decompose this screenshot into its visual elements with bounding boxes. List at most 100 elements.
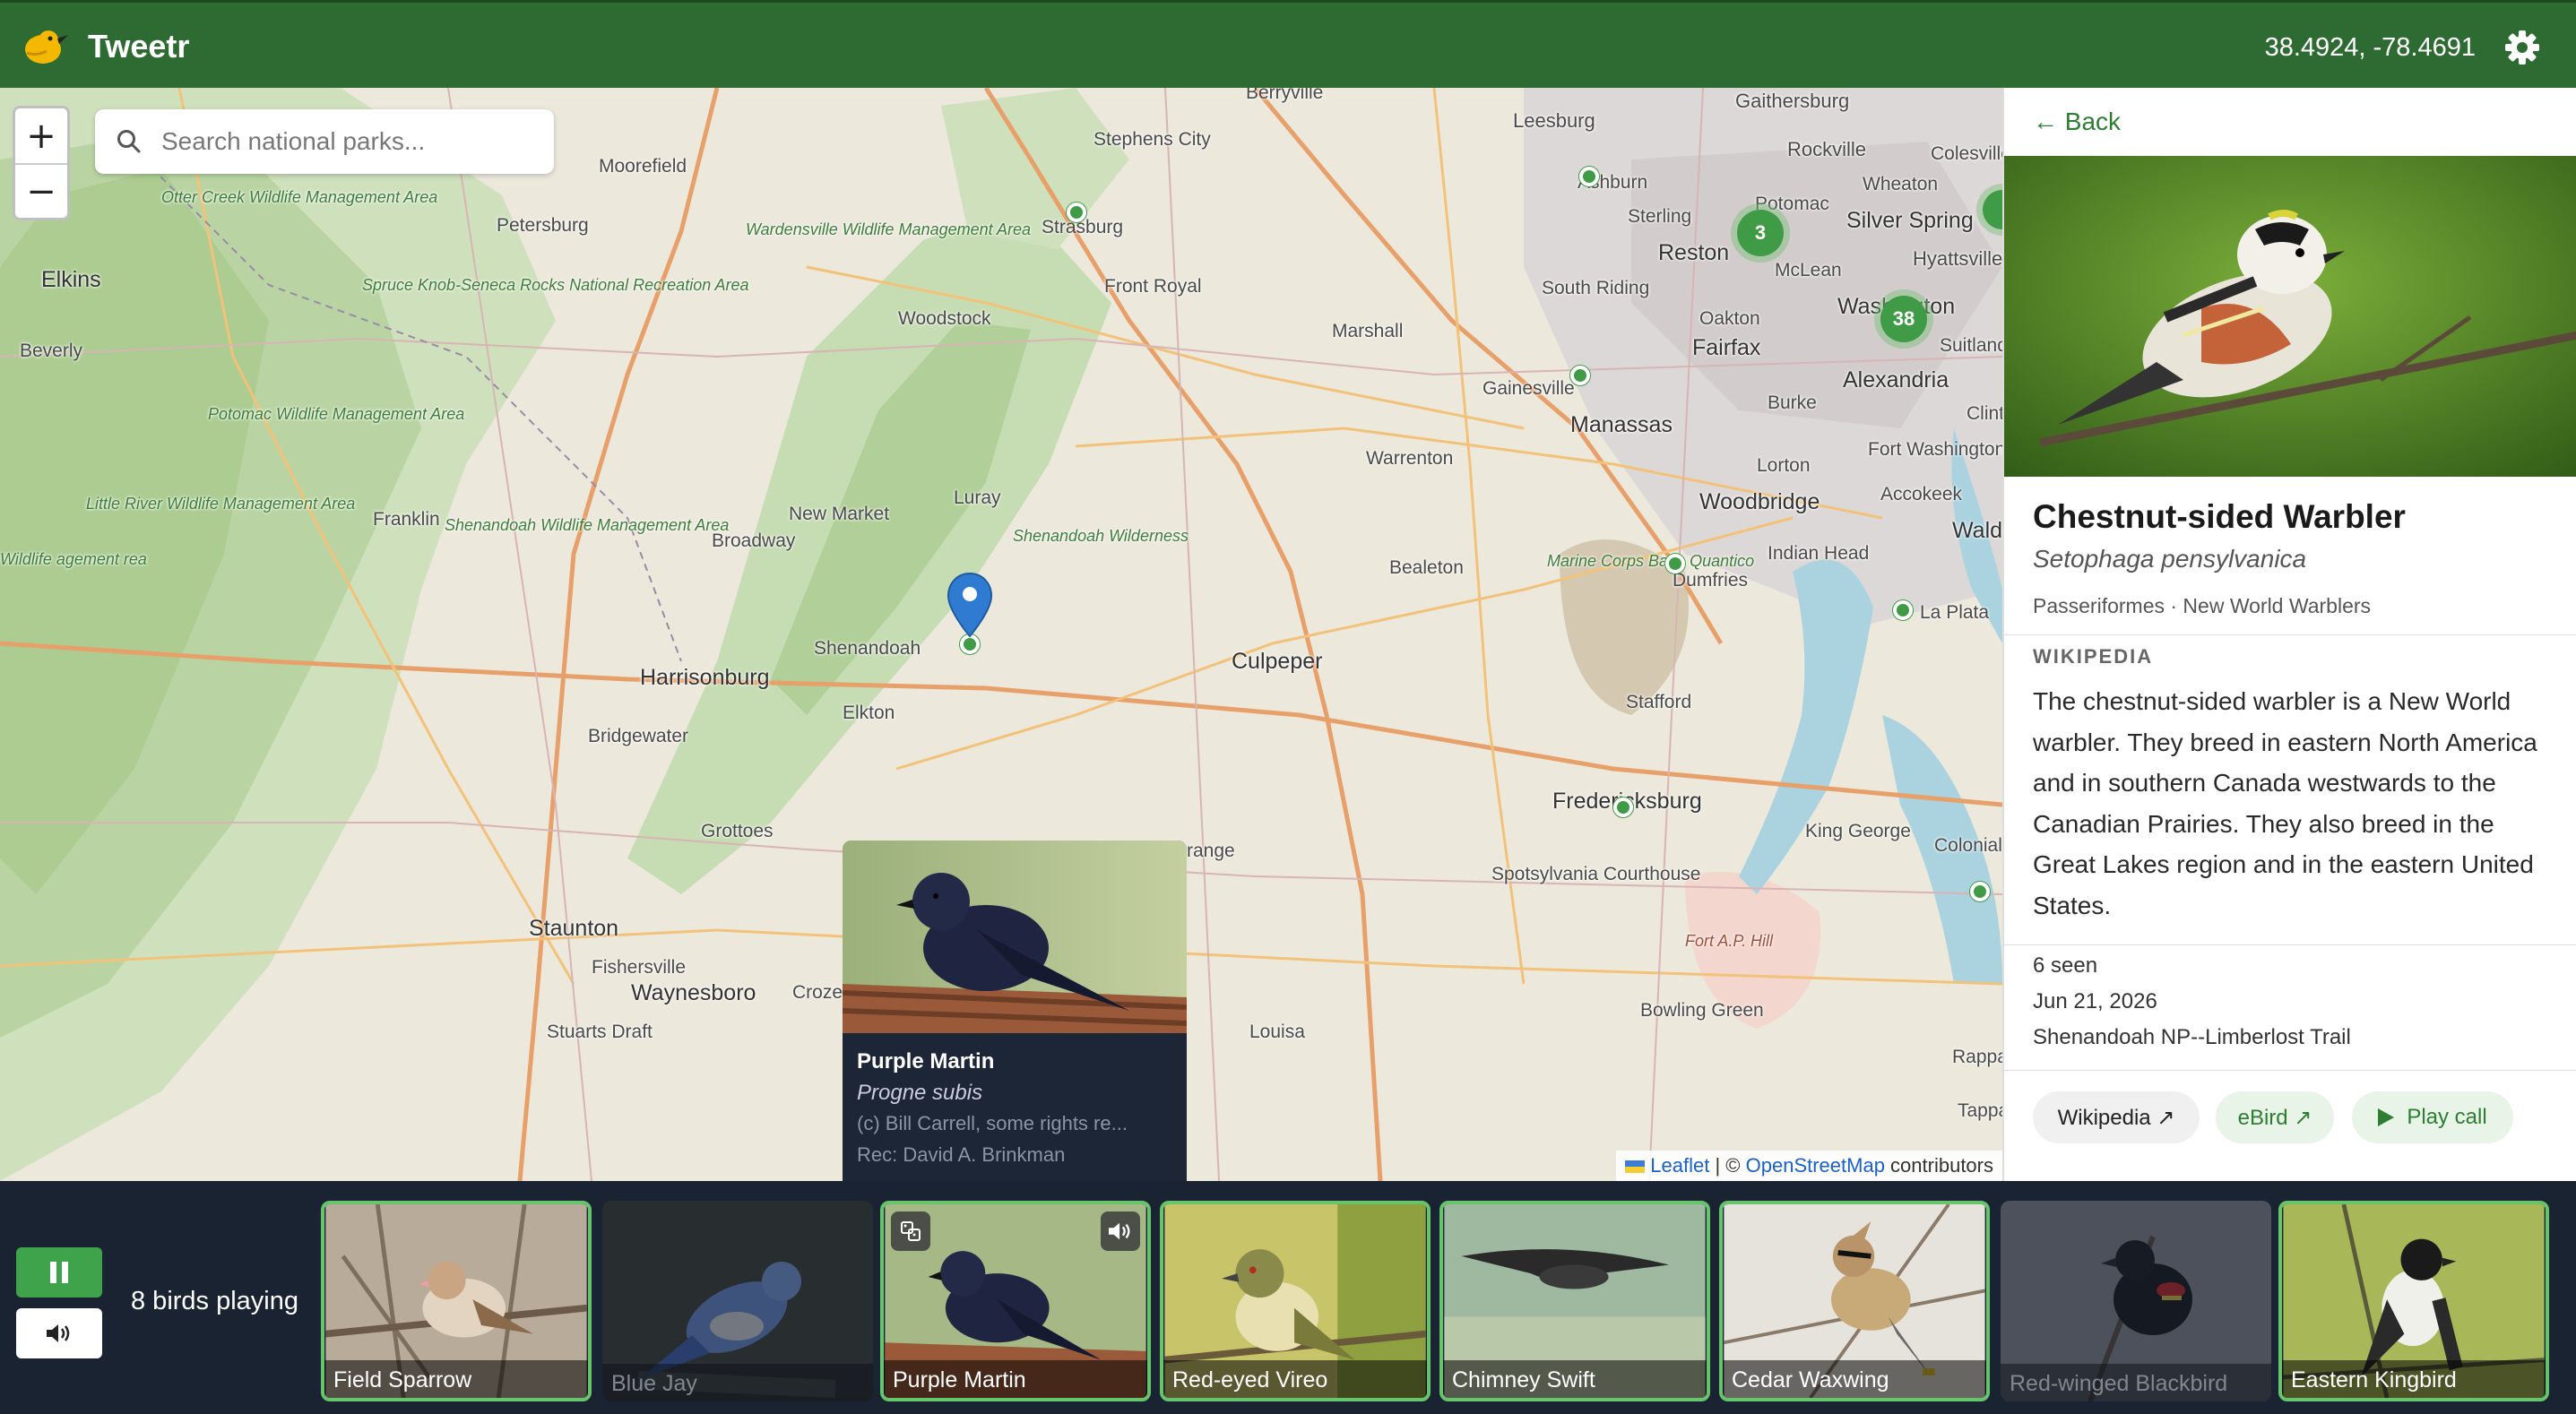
map-label: Reston — [1658, 240, 1730, 265]
popup-scientific-name: Progne subis — [857, 1081, 983, 1105]
leaflet-link[interactable]: Leaflet — [1650, 1154, 1709, 1177]
play-call-button[interactable]: Play call — [2352, 1091, 2513, 1143]
shuffle-icon[interactable] — [891, 1211, 930, 1251]
bird-card-label: Red-eyed Vireo — [1163, 1360, 1427, 1398]
map-label: La Plata — [1920, 602, 1990, 623]
sighting-cluster-marker[interactable]: 3 — [1737, 210, 1784, 256]
bird-card[interactable]: Red-winged Blackbird — [2001, 1201, 2271, 1401]
wikipedia-link-button[interactable]: Wikipedia ↗ — [2033, 1091, 2200, 1143]
coordinates-readout: 38.4924, -78.4691 — [2264, 33, 2476, 62]
map-label: Elkins — [41, 267, 101, 292]
speaker-icon — [47, 1324, 70, 1342]
park-marker[interactable] — [1665, 554, 1685, 573]
map-label: King George — [1805, 821, 1911, 841]
bird-card[interactable]: Chimney Swift — [1439, 1201, 1710, 1401]
map-label: Potomac Wildlife Management Area — [208, 405, 464, 423]
attribution-contributors: contributors — [1884, 1154, 1993, 1177]
ebird-link-button[interactable]: eBird ↗ — [2216, 1091, 2334, 1143]
bird-card[interactable]: Blue Jay — [602, 1201, 873, 1401]
wikipedia-summary: The chestnut-sided warbler is a New Worl… — [2033, 687, 2537, 919]
map-label: Bowling Green — [1640, 1000, 1764, 1021]
map-view[interactable]: + − Berryville Leesburg Gaithersburg Roc… — [0, 88, 2002, 1181]
map-label: Croze — [792, 982, 843, 1003]
map-label: Wardensville Wildlife Management Area — [746, 220, 1031, 238]
map-label: Little River Wildlife Management Area — [86, 495, 355, 513]
ukraine-flag-icon — [1625, 1160, 1646, 1174]
pause-icon — [50, 1262, 68, 1283]
wikipedia-heading: WIKIPEDIA — [2033, 645, 2154, 668]
map-label: Fishersville — [592, 957, 687, 978]
park-marker[interactable] — [1570, 366, 1590, 385]
seen-count: 6 seen — [2033, 953, 2098, 978]
volume-button[interactable] — [16, 1308, 102, 1358]
park-marker[interactable] — [1970, 882, 1990, 901]
map-label: Woodstock — [898, 308, 991, 329]
gear-icon[interactable] — [2504, 30, 2540, 65]
map-attribution: Leaflet | © OpenStreetMap contributors — [1616, 1151, 2002, 1181]
park-marker[interactable] — [1579, 167, 1599, 186]
map-label: Bridgewater — [588, 726, 689, 746]
search-input[interactable] — [161, 127, 538, 156]
map-label: Grottoes — [701, 821, 774, 841]
map-label: Bealeton — [1389, 557, 1464, 578]
park-marker[interactable] — [1613, 798, 1633, 817]
map-label: Stafford — [1626, 692, 1692, 712]
map-label: Hyattsville — [1913, 247, 2002, 270]
park-marker[interactable] — [1067, 203, 1086, 222]
map-label: Shenandoah Wildlife Management Area — [445, 516, 730, 534]
bird-popup-card[interactable]: Purple Martin Progne subis (c) Bill Carr… — [843, 841, 1187, 1181]
map-label: Broadway — [712, 530, 796, 551]
map-label: Accokeek — [1880, 484, 1963, 504]
play-icon — [2378, 1108, 2395, 1126]
map-label: Elkton — [843, 703, 895, 723]
bird-card[interactable]: Eastern Kingbird — [2278, 1201, 2549, 1401]
map-label: Moorefield — [599, 156, 687, 177]
bird-card[interactable]: Purple Martin — [880, 1201, 1151, 1401]
map-label: Shenandoah Wilderness — [1013, 527, 1189, 545]
back-button[interactable]: ← Back — [2033, 108, 2121, 136]
map-label: Warrenton — [1366, 448, 1454, 469]
bird-card-label: Purple Martin — [884, 1360, 1147, 1398]
park-search-box[interactable] — [95, 109, 554, 174]
bird-card-label: Eastern Kingbird — [2282, 1360, 2546, 1398]
map-label: Leesburg — [1513, 109, 1595, 132]
map-label: Marshall — [1332, 321, 1404, 341]
playing-status: 8 birds playing — [131, 1287, 298, 1315]
map-label: Marine Corps Base Quantico — [1547, 552, 1755, 570]
app-header: Tweetr 38.4924, -78.4691 — [0, 0, 2576, 88]
zoom-in-button[interactable]: + — [15, 108, 67, 163]
map-label: South Riding — [1542, 278, 1650, 298]
map-label: Spotsylvania Courthouse — [1491, 864, 1701, 884]
bird-scientific-name: Setophaga pensylvanica — [2033, 545, 2307, 573]
zoom-out-button[interactable]: − — [15, 163, 67, 218]
sighting-cluster-marker[interactable]: 38 — [1880, 296, 1927, 342]
pause-button[interactable] — [16, 1247, 102, 1298]
zoom-control: + − — [13, 106, 70, 220]
bird-logo-icon — [25, 30, 68, 64]
bird-card[interactable]: Cedar Waxwing — [1719, 1201, 1990, 1401]
bird-taxonomy: Passeriformes · New World Warblers — [2033, 594, 2372, 617]
map-label: Otter Creek Wildlife Management Area — [161, 188, 437, 207]
bird-card-label: Blue Jay — [602, 1364, 873, 1401]
divider — [2004, 634, 2576, 635]
map-label: Spruce Knob-Seneca Rocks National Recrea… — [362, 276, 749, 294]
openstreetmap-link[interactable]: OpenStreetMap — [1746, 1154, 1885, 1177]
bird-card[interactable]: Field Sparrow — [321, 1201, 592, 1401]
bird-card[interactable]: Red-eyed Vireo — [1160, 1201, 1431, 1401]
map-label: Luray — [954, 487, 1001, 508]
search-icon — [117, 130, 141, 153]
bird-card-label: Cedar Waxwing — [1723, 1360, 1986, 1398]
popup-bird-name: Purple Martin — [857, 1049, 995, 1073]
map-label: Petersburg — [497, 215, 589, 236]
bird-card-label: Field Sparrow — [324, 1360, 588, 1398]
popup-photo-credit: (c) Bill Carrell, some rights re... — [857, 1112, 1128, 1134]
popup-recordist: Rec: David A. Brinkman — [857, 1143, 1066, 1166]
map-label: Franklin — [373, 509, 440, 530]
speaker-icon[interactable] — [1101, 1211, 1140, 1251]
map-label: Berryville — [1246, 88, 1324, 103]
map-label: Gaithersburg — [1735, 90, 1850, 112]
park-marker[interactable] — [1893, 600, 1913, 620]
map-label: Dumfries — [1673, 570, 1749, 591]
map-label: Fairfax — [1692, 335, 1761, 360]
location-pin-icon[interactable] — [947, 572, 993, 640]
